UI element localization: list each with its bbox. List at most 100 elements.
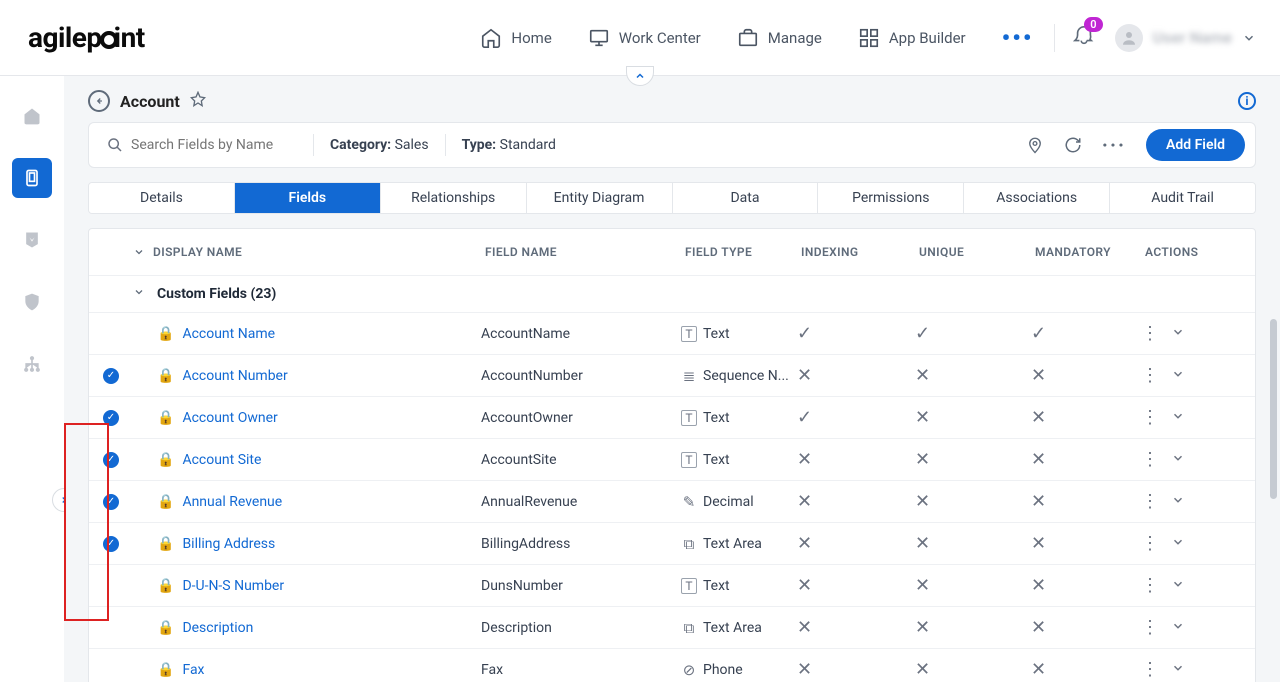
user-menu[interactable]: User Name [1115,24,1257,52]
row-expand-button[interactable] [1171,661,1185,679]
more-button[interactable]: ··· [1102,133,1126,157]
field-name-cell: AccountSite [481,452,681,468]
row-menu-button[interactable]: ⋮ [1141,451,1159,469]
actions-cell: ⋮ [1141,325,1221,343]
info-button[interactable]: i [1238,92,1256,110]
header-right: 0 User Name [1054,24,1257,52]
sidebar-hierarchy[interactable] [12,344,52,384]
refresh-button[interactable] [1064,136,1082,154]
row-menu-button[interactable]: ⋮ [1141,535,1159,553]
row-menu-button[interactable]: ⋮ [1141,619,1159,637]
col-mandatory[interactable]: MANDATORY [1035,245,1145,259]
col-display-name[interactable]: DISPLAY NAME [133,245,485,259]
nav-manage[interactable]: Manage [737,27,822,49]
row-select[interactable]: ✓ [103,368,133,384]
scrollbar[interactable] [1270,319,1277,499]
row-select[interactable]: ✓ [103,536,133,552]
col-indexing[interactable]: INDEXING [801,245,919,259]
tab-permissions[interactable]: Permissions [818,183,964,213]
table-row[interactable]: 🔒Account NameAccountNameTText✓✓✓⋮ [89,313,1255,355]
lock-icon: 🔒 [157,410,174,426]
tab-audit-trail[interactable]: Audit Trail [1110,183,1255,213]
field-link[interactable]: Fax [182,662,204,678]
actions-cell: ⋮ [1141,661,1221,679]
col-unique[interactable]: UNIQUE [919,245,1035,259]
mandatory-cell: ✕ [1031,533,1141,554]
favorite-button[interactable] [190,91,206,111]
group-custom-fields[interactable]: Custom Fields (23) [89,276,1255,313]
col-field-type[interactable]: FIELD TYPE [685,245,801,259]
table-row[interactable]: ✓🔒Account SiteAccountSiteTText✕✕✕⋮ [89,439,1255,481]
field-link[interactable]: Account Number [182,368,287,384]
row-menu-button[interactable]: ⋮ [1141,409,1159,427]
nav-app-builder[interactable]: App Builder [858,27,966,49]
row-expand-button[interactable] [1171,367,1185,385]
row-menu-button[interactable]: ⋮ [1141,661,1159,679]
hierarchy-icon [22,354,42,374]
display-name-cell: 🔒Description [133,620,481,636]
table-row[interactable]: ✓🔒Billing AddressBillingAddress⧉Text Are… [89,523,1255,565]
tab-data[interactable]: Data [673,183,819,213]
category-filter[interactable]: Category: Sales [330,137,429,153]
monitor-icon [588,27,610,49]
row-menu-button[interactable]: ⋮ [1141,577,1159,595]
type-icon: ⊘ [681,662,697,678]
field-link[interactable]: Billing Address [182,536,275,552]
row-expand-button[interactable] [1171,325,1185,343]
field-link[interactable]: Account Name [182,326,275,342]
field-link[interactable]: Account Site [182,452,261,468]
table-row[interactable]: 🔒D-U-N-S NumberDunsNumberTText✕✕✕⋮ [89,565,1255,607]
mandatory-cell: ✕ [1031,659,1141,680]
table-header: DISPLAY NAME FIELD NAME FIELD TYPE INDEX… [89,229,1255,276]
table-row[interactable]: ✓🔒Annual RevenueAnnualRevenue✎Decimal✕✕✕… [89,481,1255,523]
actions-cell: ⋮ [1141,535,1221,553]
nav-more[interactable]: ••• [1002,24,1034,52]
field-link[interactable]: Account Owner [182,410,277,426]
person-icon [1120,29,1138,47]
location-button[interactable] [1026,136,1044,154]
row-menu-button[interactable]: ⋮ [1141,367,1159,385]
table-row[interactable]: 🔒DescriptionDescription⧉Text Area✕✕✕⋮ [89,607,1255,649]
search-input[interactable] [131,137,281,153]
mandatory-cell: ✕ [1031,575,1141,596]
tab-associations[interactable]: Associations [964,183,1110,213]
row-menu-button[interactable]: ⋮ [1141,325,1159,343]
type-icon: ⧉ [681,536,697,552]
indexing-cell: ✓ [797,323,915,344]
sidebar-home[interactable] [12,96,52,136]
tab-relationships[interactable]: Relationships [381,183,527,213]
sidebar-import[interactable] [12,220,52,260]
row-expand-button[interactable] [1171,577,1185,595]
row-expand-button[interactable] [1171,451,1185,469]
sidebar-entities[interactable] [12,158,52,198]
tab-entity-diagram[interactable]: Entity Diagram [527,183,673,213]
row-expand-button[interactable] [1171,619,1185,637]
actions-cell: ⋮ [1141,577,1221,595]
row-expand-button[interactable] [1171,409,1185,427]
nav-home[interactable]: Home [480,27,551,49]
tab-fields[interactable]: Fields [235,183,381,213]
row-select[interactable]: ✓ [103,494,133,510]
field-link[interactable]: D-U-N-S Number [182,578,284,594]
sidebar-security[interactable] [12,282,52,322]
row-expand-button[interactable] [1171,535,1185,553]
back-button[interactable] [88,90,110,112]
nav-work-center[interactable]: Work Center [588,27,701,49]
table-row[interactable]: 🔒FaxFax⊘Phone✕✕✕⋮ [89,649,1255,682]
chevron-down-icon [133,286,145,302]
arrow-left-icon [94,96,104,106]
table-row[interactable]: ✓🔒Account NumberAccountNumber≣Sequence N… [89,355,1255,397]
add-field-button[interactable]: Add Field [1146,129,1245,161]
display-name-cell: 🔒 Account Owner [133,410,481,426]
col-field-name[interactable]: FIELD NAME [485,245,685,259]
row-select[interactable]: ✓ [103,452,133,468]
notifications[interactable]: 0 [1073,25,1095,51]
tab-details[interactable]: Details [89,183,235,213]
field-link[interactable]: Annual Revenue [182,494,282,510]
row-menu-button[interactable]: ⋮ [1141,493,1159,511]
table-row[interactable]: ✓🔒Account OwnerAccountOwnerTText✓✕✕⋮ [89,397,1255,439]
row-select[interactable]: ✓ [103,410,133,426]
row-expand-button[interactable] [1171,493,1185,511]
field-link[interactable]: Description [182,620,253,636]
type-filter[interactable]: Type: Standard [462,137,556,153]
